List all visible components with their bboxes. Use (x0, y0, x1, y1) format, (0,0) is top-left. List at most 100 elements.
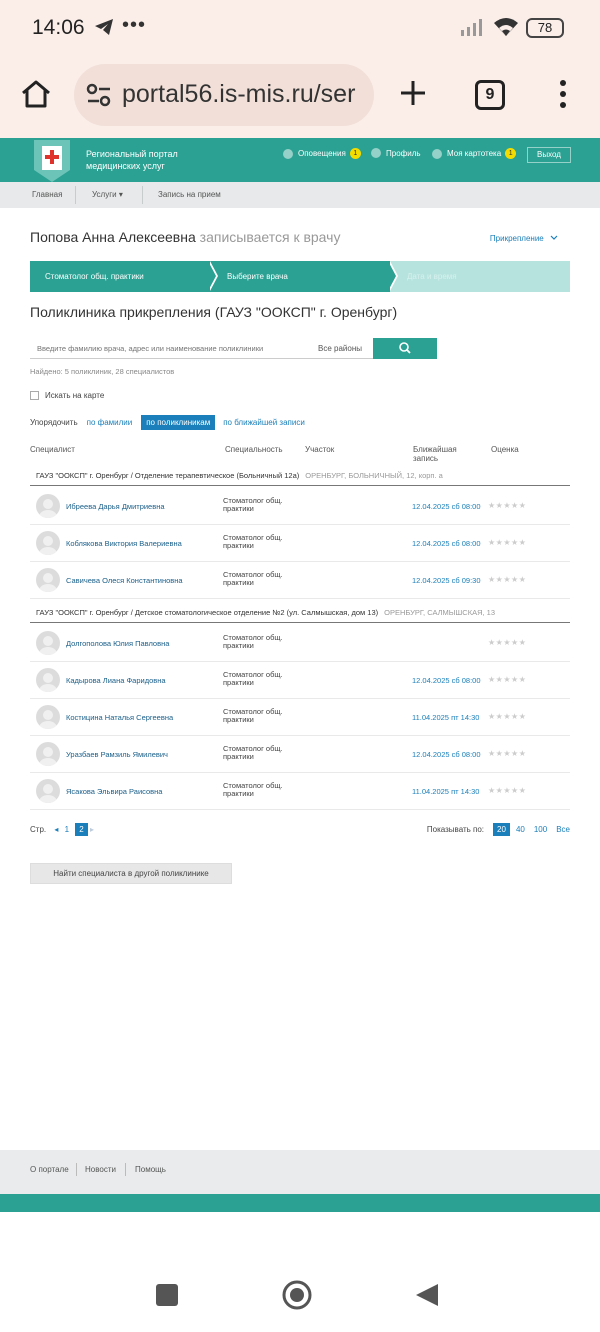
doctor-name-link[interactable]: Долгополова Юлия Павловна (66, 639, 169, 648)
nearest-slot-link[interactable]: 11.04.2025 пт 14:30 (412, 787, 479, 796)
step-datetime: Дата и время (390, 261, 570, 292)
search-button[interactable] (373, 338, 437, 359)
home-icon[interactable] (20, 78, 52, 110)
map-checkbox[interactable] (30, 391, 39, 400)
portal-logo-icon[interactable] (30, 140, 74, 182)
pager-label: Стр. (30, 825, 47, 834)
status-bar: 14:06 ••• 78 (0, 0, 600, 56)
doctor-specialty: Стоматолог общ. практики (223, 670, 283, 687)
pagination: Стр. ◂ 1 2 ▸ Показывать по: 20 40 100 Вс… (30, 823, 570, 836)
doctor-name-link[interactable]: Костицина Наталья Сергеевна (66, 713, 173, 722)
col-nearest: Ближайшая запись (413, 445, 457, 463)
nearest-slot-link[interactable]: 11.04.2025 пт 14:30 (412, 713, 479, 722)
rating-stars: ★★★★★ (488, 712, 527, 721)
rating-stars: ★★★★★ (488, 501, 527, 510)
page-1-link[interactable]: 1 (65, 825, 69, 834)
avatar (36, 742, 60, 766)
clinic-title: Поликлиника прикрепления (ГАУЗ "ООКСП" г… (30, 304, 398, 320)
avatar (36, 668, 60, 692)
step-specialty[interactable]: Стоматолог общ. практики (30, 261, 210, 292)
android-nav-bar (156, 1280, 438, 1310)
site-settings-icon[interactable] (86, 83, 112, 107)
search-bar: Все районы (30, 338, 438, 359)
footer-about-link[interactable]: О портале (30, 1165, 69, 1174)
new-tab-icon[interactable] (398, 78, 428, 108)
exit-button[interactable]: Выход (527, 147, 571, 163)
nav-services[interactable]: Услуги ▾ (92, 190, 123, 199)
page-size-label: Показывать по: (426, 825, 485, 834)
page-size-option[interactable]: 40 (516, 825, 525, 834)
table-row: Костицина Наталья Сергеевна Стоматолог о… (30, 699, 570, 736)
col-specialist: Специалист (30, 445, 75, 454)
footer-news-link[interactable]: Новости (85, 1165, 116, 1174)
back-icon[interactable] (416, 1284, 438, 1306)
page-size-option[interactable]: Все (556, 825, 570, 834)
nav-home[interactable]: Главная (32, 190, 62, 199)
table-row: Кадырова Лиана Фаридовна Стоматолог общ.… (30, 662, 570, 699)
nearest-slot-link[interactable]: 12.04.2025 сб 08:00 (412, 539, 481, 548)
telegram-icon (95, 19, 113, 35)
doctor-name-link[interactable]: Ясакова Эльвира Раисовна (66, 787, 162, 796)
doctor-name-link[interactable]: Коблякова Виктория Валериевна (66, 539, 182, 548)
sort-by-name[interactable]: по фамилии (87, 418, 133, 427)
table-row: Уразбаев Рамзиль Ямилевич Стоматолог общ… (30, 736, 570, 773)
page-size-option[interactable]: 100 (534, 825, 547, 834)
doctor-name-link[interactable]: Кадырова Лиана Фаридовна (66, 676, 166, 685)
tab-switcher-button[interactable]: 9 (475, 80, 505, 110)
doctor-specialty: Стоматолог общ. практики (223, 781, 283, 798)
doctor-specialty: Стоматолог общ. практики (223, 633, 283, 650)
overflow-menu-icon[interactable] (557, 78, 569, 110)
sort-by-clinic[interactable]: по поликлиникам (141, 415, 216, 430)
nearest-slot-link[interactable]: 12.04.2025 сб 08:00 (412, 676, 481, 685)
nav-divider (142, 186, 143, 204)
chevron-down-icon (550, 235, 558, 240)
region-select[interactable]: Все районы (318, 344, 362, 353)
table-row: Коблякова Виктория Валериевна Стоматолог… (30, 525, 570, 562)
prev-page-icon[interactable]: ◂ (54, 825, 58, 834)
col-specialty: Специальность (225, 445, 283, 454)
attachment-dropdown[interactable]: Прикрепление (490, 234, 558, 243)
footer-help-link[interactable]: Помощь (135, 1165, 166, 1174)
doctor-specialty: Стоматолог общ. практики (223, 570, 283, 587)
next-page-icon: ▸ (89, 825, 94, 834)
avatar (36, 779, 60, 803)
doctor-specialty: Стоматолог общ. практики (223, 496, 283, 513)
doctor-specialty: Стоматолог общ. практики (223, 707, 283, 724)
doctor-name-link[interactable]: Савичева Олеся Константиновна (66, 576, 183, 585)
card-icon (432, 148, 442, 159)
home-nav-icon[interactable] (282, 1280, 312, 1310)
rating-stars: ★★★★★ (488, 786, 527, 795)
page-size-option[interactable]: 20 (493, 823, 510, 836)
doctor-name-link[interactable]: Ибреева Дарья Дмитриевна (66, 502, 165, 511)
wifi-icon (494, 18, 518, 36)
notifications-link[interactable]: Оповещения 1 (283, 148, 361, 159)
page-2-current[interactable]: 2 (75, 823, 88, 836)
nav-appointment[interactable]: Запись на прием (158, 190, 221, 199)
nearest-slot-link[interactable]: 12.04.2025 сб 09:30 (412, 576, 481, 585)
step-arrow (208, 261, 216, 291)
patient-heading: Попова Анна Алексеевна записывается к вр… (30, 229, 340, 245)
step-arrow (388, 261, 396, 291)
table-row: Ясакова Эльвира Раисовна Стоматолог общ.… (30, 773, 570, 810)
my-card-link[interactable]: Моя картотека 1 (432, 148, 517, 159)
address-bar[interactable]: portal56.is-mis.ru/ser (74, 64, 374, 126)
nearest-slot-link[interactable]: 12.04.2025 сб 08:00 (412, 750, 481, 759)
recents-icon[interactable] (156, 1284, 178, 1306)
nearest-slot-link[interactable]: 12.04.2025 сб 08:00 (412, 502, 481, 511)
profile-link[interactable]: Профиль (371, 148, 421, 158)
found-count: Найдено: 5 поликлиник, 28 специалистов (30, 367, 175, 376)
map-search-toggle[interactable]: Искать на карте (30, 391, 104, 400)
avatar (36, 705, 60, 729)
find-other-clinic-button[interactable]: Найти специалиста в другой поликлинике (30, 863, 232, 884)
rating-stars: ★★★★★ (488, 749, 527, 758)
doctor-name-link[interactable]: Уразбаев Рамзиль Ямилевич (66, 750, 168, 759)
sort-options: Упорядочить по фамилии по поликлиникам п… (30, 415, 305, 430)
sort-by-nearest[interactable]: по ближайшей записи (223, 418, 305, 427)
portal-title[interactable]: Региональный портал медицинских услуг (86, 148, 178, 172)
step-doctor: Выберите врача (210, 261, 390, 292)
more-notifications-icon: ••• (122, 14, 147, 36)
footer-divider (125, 1163, 126, 1176)
doctor-specialty: Стоматолог общ. практики (223, 744, 283, 761)
page-size-selector: Показывать по: 20 40 100 Все (427, 823, 570, 836)
signal-icon (461, 19, 482, 36)
